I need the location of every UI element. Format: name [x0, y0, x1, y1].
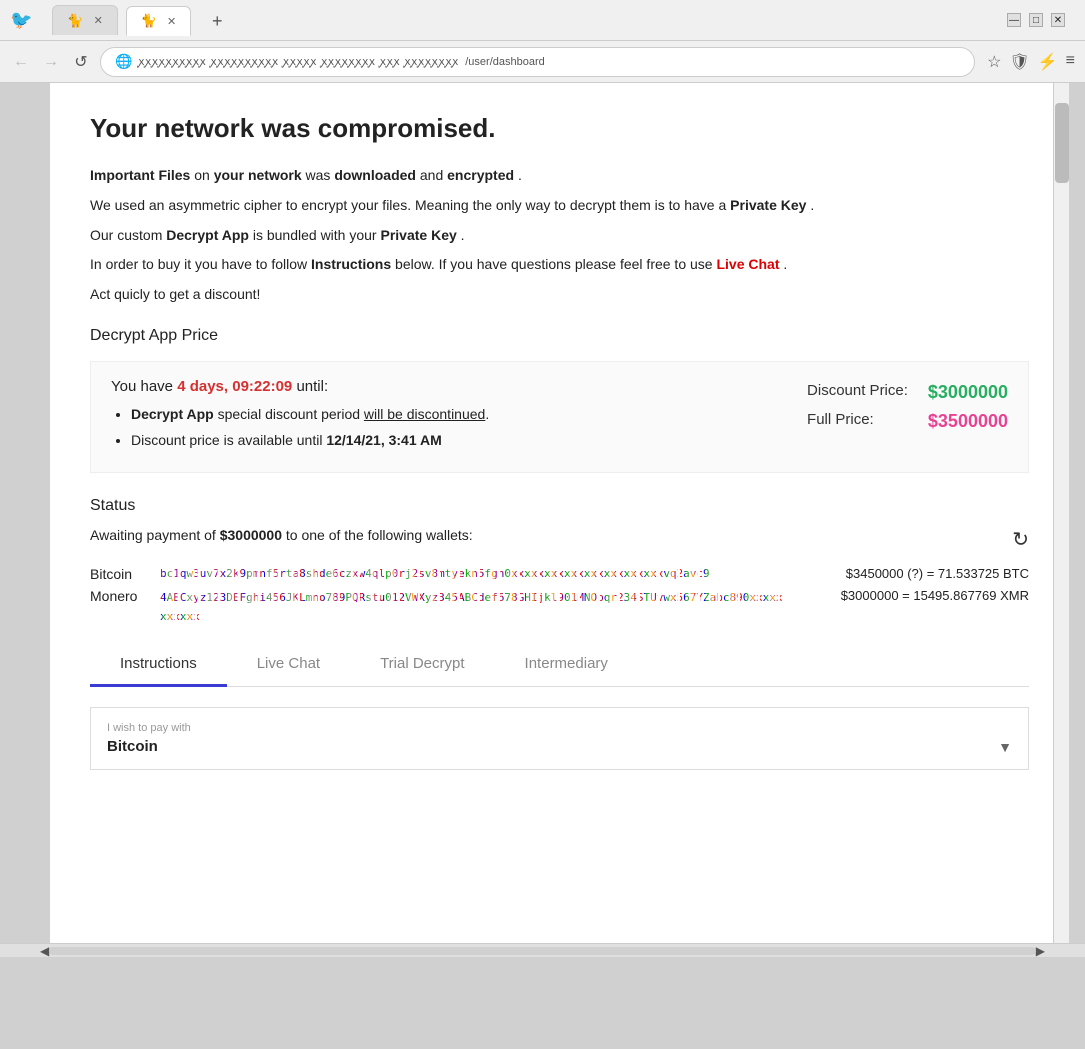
tab-instructions[interactable]: Instructions — [90, 645, 227, 687]
tab-inactive[interactable]: 🐈 ✕ — [52, 5, 117, 35]
awaiting-prefix: Awaiting payment of — [90, 527, 220, 543]
full-price-value: $3500000 — [928, 411, 1008, 432]
tab-trial-decrypt[interactable]: Trial Decrypt — [350, 645, 494, 687]
intro-text: Important Files on your network was down… — [90, 164, 1029, 307]
tab-live-chat[interactable]: Live Chat — [227, 645, 350, 687]
full-price-row: Full Price: $3500000 — [807, 411, 1008, 432]
scroll-right-button[interactable]: ▶ — [1036, 944, 1045, 958]
refresh-button[interactable]: ↻ — [1012, 527, 1029, 552]
instructions-link[interactable]: Instructions — [311, 256, 391, 272]
awaiting-row: Awaiting payment of $3000000 to one of t… — [90, 527, 1029, 552]
forward-button[interactable]: → — [40, 53, 62, 71]
scrollbar-thumb[interactable] — [1055, 103, 1069, 183]
payment-label: I wish to pay with — [107, 722, 1012, 734]
bitcoin-amount: $3450000 (?) = 71.533725 BTC — [799, 566, 1029, 581]
scroll-left-button[interactable]: ◀ — [40, 944, 49, 958]
encrypted-text: encrypted — [447, 167, 514, 183]
h-scrollbar-track[interactable] — [49, 947, 1036, 955]
close-button[interactable]: ✕ — [1051, 13, 1065, 27]
reload-button[interactable]: ↺ — [70, 52, 92, 72]
tabs-container: Instructions Live Chat Trial Decrypt Int… — [90, 645, 1029, 687]
status-title: Status — [90, 497, 1029, 515]
your-network-text: your network — [214, 167, 302, 183]
bitcoin-address[interactable]: bc1qw3uv7x2k9pmnf5rta8shde6czxw4qlp0rj2s… — [160, 566, 789, 583]
address-input[interactable]: 🌐 ꭙꭙꭙꭙꭙꭙꭙꭙꭙꭙ ꭙꭙꭙꭙꭙꭙꭙꭙꭙꭙ ꭙꭙꭙꭙꭙ ꭙꭙꭙꭙꭙꭙꭙꭙ ꭙ… — [100, 47, 975, 77]
bitcoin-wallet-row: Bitcoin bc1qw3uv7x2k9pmnf5rta8shde6czxw4… — [90, 566, 1029, 583]
status-section: Status Awaiting payment of $3000000 to o… — [90, 497, 1029, 626]
countdown-prefix: You have — [111, 378, 177, 395]
menu-icon[interactable]: ≡ — [1066, 52, 1075, 72]
countdown-suffix: until: — [296, 378, 328, 395]
payment-value: Bitcoin — [107, 738, 158, 755]
horizontal-scrollbar[interactable]: ◀ ▶ — [0, 943, 1085, 957]
awaiting-amount: $3000000 — [220, 527, 282, 543]
countdown-line: You have 4 days, 09:22:09 until: — [111, 378, 489, 395]
new-tab-button[interactable]: + — [203, 7, 231, 35]
intro-line1-text: on — [194, 167, 213, 183]
decrypt-app-price-title: Decrypt App Price — [90, 327, 1029, 345]
discount-text: Act quicly to get a discount! — [90, 283, 1029, 307]
cipher-text: We used an asymmetric cipher to encrypt … — [90, 197, 730, 213]
browser-chrome: 🐦 🐈 ✕ 🐈 ✕ + — □ ✕ ← → ↺ 🌐 ꭙꭙꭙꭙꭙꭙꭙꭙꭙꭙ ꭙ — [0, 0, 1085, 83]
monero-address[interactable]: 4ABCxyz123DEFghi456JKLmno789PQRstu012VWX… — [160, 591, 783, 623]
payment-section: I wish to pay with Bitcoin ▼ — [90, 707, 1029, 770]
monero-wallet-row: Monero 4ABCxyz123DEFghi456JKLmno789PQRst… — [90, 588, 1029, 625]
minimize-button[interactable]: — — [1007, 13, 1021, 27]
back-button[interactable]: ← — [10, 53, 32, 71]
window-controls: — □ ✕ — [1007, 13, 1065, 27]
extensions-icon[interactable]: ⚡ — [1038, 52, 1058, 72]
price-right: Discount Price: $3000000 Full Price: $35… — [807, 378, 1008, 456]
price-box: You have 4 days, 09:22:09 until: Decrypt… — [90, 361, 1029, 473]
price-bullets: Decrypt App special discount period will… — [111, 403, 489, 452]
monero-label: Monero — [90, 588, 150, 604]
title-bar: 🐦 🐈 ✕ 🐈 ✕ + — □ ✕ — [0, 0, 1085, 40]
main-title: Your network was compromised. — [90, 113, 1029, 144]
live-chat-link[interactable]: Live Chat — [716, 256, 779, 272]
full-price-label: Full Price: — [807, 411, 874, 432]
awaiting-suffix: to one of the following wallets: — [286, 527, 473, 543]
private-key-text1: Private Key — [730, 197, 806, 213]
monero-amount: $3000000 = 15495.867769 XMR — [799, 588, 1029, 603]
tab-close-inactive[interactable]: ✕ — [94, 14, 103, 27]
price-left: You have 4 days, 09:22:09 until: Decrypt… — [111, 378, 489, 456]
tab-close-active[interactable]: ✕ — [167, 15, 176, 28]
dropdown-arrow-icon[interactable]: ▼ — [998, 739, 1012, 755]
custom-app-text: Our custom — [90, 227, 166, 243]
address-bar: ← → ↺ 🌐 ꭙꭙꭙꭙꭙꭙꭙꭙꭙꭙ ꭙꭙꭙꭙꭙꭙꭙꭙꭙꭙ ꭙꭙꭙꭙꭙ ꭙꭙꭙꭙ… — [0, 40, 1085, 82]
order-text: In order to buy it you have to follow — [90, 256, 311, 272]
tab-intermediary[interactable]: Intermediary — [495, 645, 638, 687]
private-key-text2: Private Key — [381, 227, 457, 243]
maximize-button[interactable]: □ — [1029, 13, 1043, 27]
discount-label: Discount Price: — [807, 382, 908, 403]
decrypt-app-text: Decrypt App — [166, 227, 249, 243]
important-files-text: Important Files — [90, 167, 190, 183]
discount-value: $3000000 — [928, 382, 1008, 403]
payment-select-row[interactable]: Bitcoin ▼ — [107, 738, 1012, 755]
star-icon[interactable]: ☆ — [987, 52, 1001, 72]
page-content: Your network was compromised. Important … — [50, 83, 1069, 943]
bullet-1: Decrypt App special discount period will… — [131, 403, 489, 425]
tab-active-icon: 🐈 — [141, 13, 157, 29]
tab-icon: 🐈 — [67, 13, 83, 29]
vertical-scrollbar[interactable] — [1053, 83, 1069, 943]
bullet-2: Discount price is available until 12/14/… — [131, 429, 489, 451]
tab-active[interactable]: 🐈 ✕ — [126, 6, 191, 36]
awaiting-text: Awaiting payment of $3000000 to one of t… — [90, 527, 473, 543]
shield-icon[interactable]: 🛡 — [1009, 52, 1029, 72]
downloaded-text: downloaded — [334, 167, 416, 183]
countdown-timer: 4 days, 09:22:09 — [177, 378, 292, 395]
discount-price-row: Discount Price: $3000000 — [807, 382, 1008, 403]
address-icons: ☆ 🛡 ⚡ ≡ — [987, 52, 1075, 72]
bitcoin-label: Bitcoin — [90, 566, 150, 582]
